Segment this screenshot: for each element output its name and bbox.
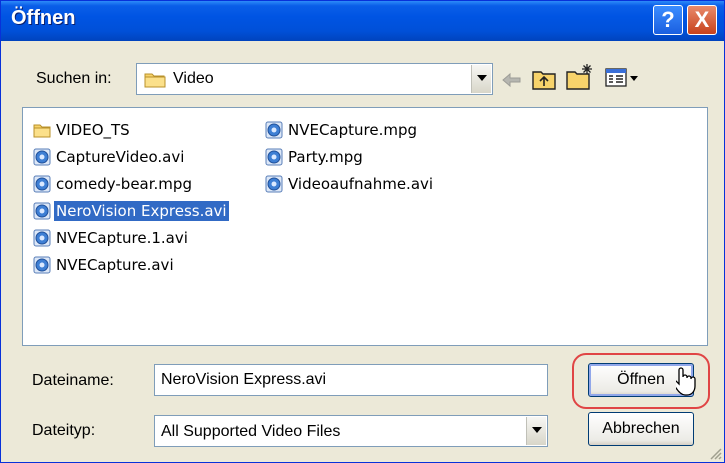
file-name: VIDEO_TS <box>56 121 130 139</box>
media-file-icon <box>33 229 51 247</box>
media-file-icon <box>33 256 51 274</box>
file-list-item[interactable]: Party.mpg <box>265 145 365 169</box>
back-arrow-icon[interactable] <box>501 71 523 89</box>
file-list-item[interactable]: NVECapture.mpg <box>265 118 419 142</box>
help-button[interactable]: ? <box>653 5 683 35</box>
filetype-combo[interactable]: All Supported Video Files <box>154 415 548 447</box>
file-list-item[interactable]: comedy-bear.mpg <box>33 172 194 196</box>
folder-icon <box>33 124 51 138</box>
file-list-item[interactable]: NVECapture.1.avi <box>33 226 190 250</box>
dialog-title: Öffnen <box>11 7 76 29</box>
file-name: NVECapture.1.avi <box>56 229 188 247</box>
close-button[interactable]: X <box>687 5 717 35</box>
file-name: Party.mpg <box>288 148 363 166</box>
filename-label: Dateiname: <box>32 372 114 389</box>
file-name: comedy-bear.mpg <box>56 175 192 193</box>
title-bar[interactable]: Öffnen ? X <box>1 1 724 41</box>
new-folder-icon[interactable] <box>565 63 595 91</box>
up-folder-icon[interactable] <box>531 67 557 91</box>
file-name: Videoaufnahme.avi <box>288 175 434 193</box>
view-menu-icon[interactable] <box>605 67 639 89</box>
media-file-icon <box>33 175 51 193</box>
file-list[interactable]: VIDEO_TS CaptureVideo.avi comedy-bear.mpg N… <box>22 107 708 346</box>
file-list-item[interactable]: NeroVision Express.avi <box>33 199 229 223</box>
cancel-button[interactable]: Abbrechen <box>588 412 694 446</box>
file-name: NVECapture.mpg <box>288 121 418 139</box>
look-in-label: Suchen in: <box>36 70 112 87</box>
file-list-item[interactable]: Videoaufnahme.avi <box>265 172 435 196</box>
folder-icon <box>144 73 166 88</box>
filetype-value: All Supported Video Files <box>161 423 341 440</box>
look-in-combo[interactable]: Video <box>136 63 493 95</box>
mouse-cursor-icon <box>676 367 696 396</box>
help-icon: ? <box>661 7 675 32</box>
file-name: NVECapture.avi <box>56 256 174 274</box>
open-file-dialog: Öffnen ? X Suchen in: Video VIDEO_TS Capt… <box>0 0 725 463</box>
media-file-icon <box>33 148 51 166</box>
file-name: CaptureVideo.avi <box>56 148 185 166</box>
filetype-dropdown-button[interactable] <box>526 417 546 445</box>
media-file-icon <box>265 148 283 166</box>
file-list-item[interactable]: VIDEO_TS <box>33 118 132 142</box>
filename-value: NeroVision Express.avi <box>161 371 327 388</box>
resize-grip-icon[interactable] <box>708 446 722 460</box>
media-file-icon <box>33 202 51 220</box>
file-list-item[interactable]: NVECapture.avi <box>33 253 176 277</box>
media-file-icon <box>265 121 283 139</box>
filetype-label: Dateityp: <box>32 422 96 439</box>
media-file-icon <box>265 175 283 193</box>
close-icon: X <box>694 7 710 32</box>
filename-input[interactable]: NeroVision Express.avi <box>154 364 548 396</box>
file-list-item[interactable]: CaptureVideo.avi <box>33 145 186 169</box>
look-in-dropdown-button[interactable] <box>471 65 491 93</box>
file-name: NeroVision Express.avi <box>54 201 229 221</box>
look-in-value: Video <box>173 70 214 87</box>
